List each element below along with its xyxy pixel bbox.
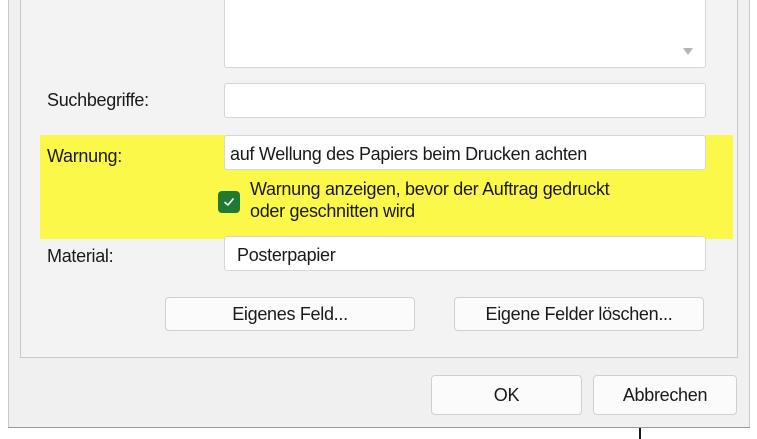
material-label: Material: (47, 246, 114, 266)
custom-field-button[interactable]: Eigenes Feld... (165, 297, 415, 331)
checkmark-icon (224, 198, 234, 206)
search-terms-label: Suchbegriffe: (47, 90, 149, 110)
show-warning-label[interactable]: Warnung anzeigen, bevor der Auftrag gedr… (250, 178, 610, 222)
delete-custom-fields-button[interactable]: Eigene Felder löschen... (454, 297, 704, 331)
material-input[interactable]: Posterpapier (224, 236, 706, 271)
background-line (639, 428, 641, 439)
cancel-button[interactable]: Abbrechen (593, 375, 737, 415)
notes-textarea[interactable] (224, 0, 706, 68)
show-warning-label-line1: Warnung anzeigen, bevor der Auftrag gedr… (250, 179, 610, 199)
warning-label: Warnung: (47, 146, 122, 166)
search-terms-input[interactable] (224, 83, 706, 118)
show-warning-checkbox[interactable] (218, 191, 240, 213)
ok-button[interactable]: OK (431, 375, 582, 415)
warning-input[interactable]: auf Wellung des Papiers beim Drucken ach… (224, 135, 706, 170)
show-warning-label-line2: oder geschnitten wird (250, 201, 415, 221)
chevron-down-icon[interactable] (683, 48, 693, 55)
